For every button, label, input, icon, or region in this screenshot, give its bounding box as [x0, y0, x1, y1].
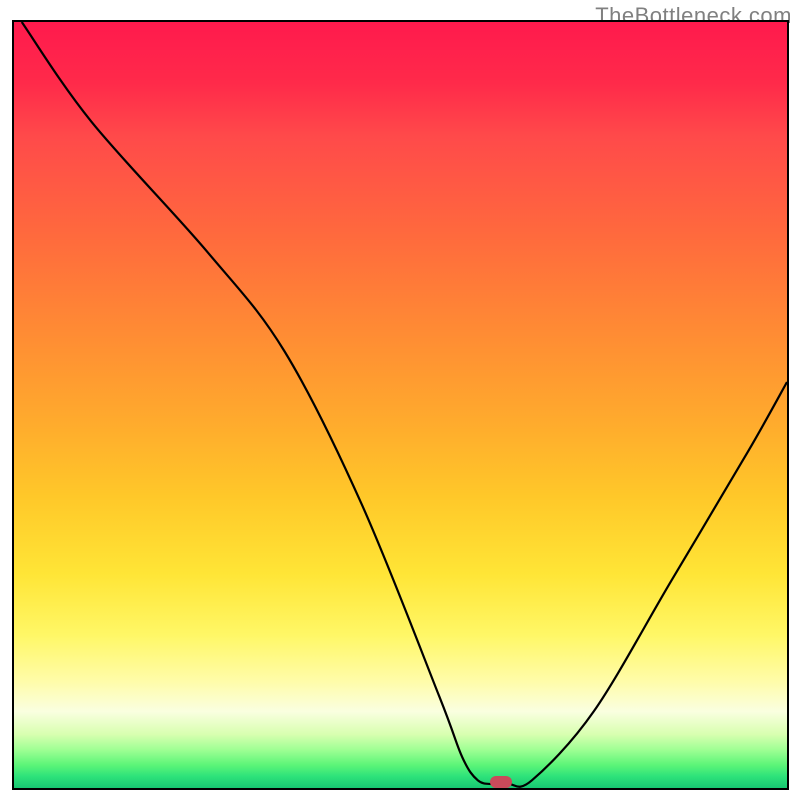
bottleneck-curve-path	[22, 22, 787, 787]
bottleneck-curve	[14, 22, 787, 788]
chart-plot-area	[12, 20, 789, 790]
optimal-point-marker	[490, 776, 512, 788]
